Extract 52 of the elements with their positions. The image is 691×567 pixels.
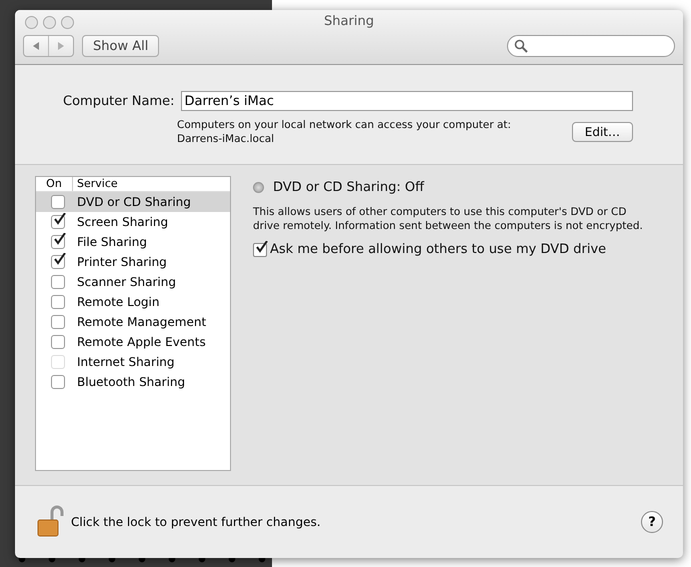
service-row[interactable]: Scanner Sharing bbox=[36, 272, 230, 292]
back-icon[interactable] bbox=[31, 41, 41, 51]
minimize-icon[interactable] bbox=[43, 16, 56, 29]
lock-icon[interactable] bbox=[35, 505, 65, 539]
lock-message: Click the lock to prevent further changes. bbox=[71, 515, 321, 529]
service-row[interactable]: Remote Login bbox=[36, 292, 230, 312]
checkbox[interactable] bbox=[51, 275, 65, 289]
service-row[interactable]: Bluetooth Sharing bbox=[36, 372, 230, 392]
checkbox[interactable] bbox=[253, 242, 267, 256]
local-address: Darrens-iMac.local bbox=[177, 132, 276, 146]
checkbox[interactable] bbox=[51, 315, 65, 329]
status-text: DVD or CD Sharing: Off bbox=[273, 180, 424, 195]
service-name: Printer Sharing bbox=[77, 255, 167, 269]
computer-name-label: Computer Name: bbox=[63, 94, 174, 108]
checkbox[interactable] bbox=[51, 215, 65, 229]
help-button[interactable]: ? bbox=[641, 511, 663, 533]
service-name: Screen Sharing bbox=[77, 215, 168, 229]
search-field[interactable] bbox=[507, 35, 675, 57]
checkbox[interactable] bbox=[51, 335, 65, 349]
service-row[interactable]: File Sharing bbox=[36, 232, 230, 252]
computer-name-field[interactable]: Darren’s iMac bbox=[180, 91, 633, 111]
column-header[interactable]: On bbox=[36, 177, 73, 191]
service-name: Remote Login bbox=[77, 295, 160, 309]
search-icon bbox=[514, 39, 528, 53]
service-row[interactable]: Printer Sharing bbox=[36, 252, 230, 272]
edit-button[interactable]: Edit… bbox=[572, 122, 633, 142]
description-text: This allows users of other computers to use this computer's DVD or CD drive remotely. Information sent between the computers is not encrypted. bbox=[253, 205, 644, 233]
service-name: Scanner Sharing bbox=[77, 275, 176, 289]
zoom-icon[interactable] bbox=[61, 16, 74, 29]
option-label: Ask me before allowing others to use my DVD drive bbox=[270, 242, 606, 257]
back-forward-control[interactable] bbox=[23, 35, 74, 57]
column-header[interactable]: Service bbox=[73, 177, 118, 191]
network-info-text: Computers on your local network can access your computer at: bbox=[177, 118, 512, 132]
service-name: Remote Apple Events bbox=[77, 335, 206, 349]
checkbox[interactable] bbox=[51, 295, 65, 309]
service-name: File Sharing bbox=[77, 235, 147, 249]
service-row[interactable]: Remote Apple Events bbox=[36, 332, 230, 352]
window-title: Sharing bbox=[323, 13, 375, 29]
service-row[interactable]: DVD or CD Sharing bbox=[36, 192, 230, 212]
service-name: Bluetooth Sharing bbox=[77, 375, 186, 389]
service-row[interactable]: Screen Sharing bbox=[36, 212, 230, 232]
show-all-button[interactable]: Show All bbox=[82, 35, 160, 57]
service-name: DVD or CD Sharing bbox=[77, 195, 191, 209]
forward-icon[interactable] bbox=[56, 41, 66, 51]
close-icon[interactable] bbox=[25, 16, 38, 29]
checkbox[interactable] bbox=[51, 375, 65, 389]
service-name: Internet Sharing bbox=[77, 355, 175, 369]
service-name: Remote Management bbox=[77, 315, 206, 329]
service-row[interactable]: Remote Management bbox=[36, 312, 230, 332]
checkbox[interactable] bbox=[51, 195, 65, 209]
checkbox[interactable] bbox=[51, 255, 65, 269]
checkbox[interactable] bbox=[51, 235, 65, 249]
